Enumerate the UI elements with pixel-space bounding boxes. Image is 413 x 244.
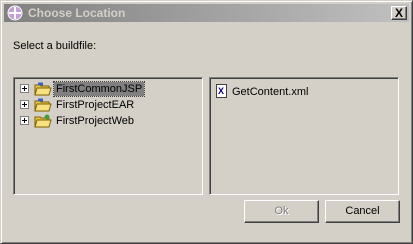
project-folder-icon xyxy=(34,114,52,128)
window-title: Choose Location xyxy=(28,6,126,20)
select-buildfile-label: Select a buildfile: xyxy=(13,40,97,52)
file-list[interactable]: X GetContent.xml xyxy=(209,77,399,195)
project-folder-icon xyxy=(34,98,52,112)
tree-item-firstprojectweb[interactable]: FirstProjectWeb xyxy=(18,113,198,129)
tree-item-label: FirstProjectWeb xyxy=(56,115,135,127)
expand-icon[interactable] xyxy=(20,100,29,109)
list-item-getcontent-xml[interactable]: X GetContent.xml xyxy=(216,84,392,100)
ok-button[interactable]: Ok xyxy=(244,200,319,223)
close-button[interactable]: X xyxy=(391,6,407,20)
cancel-button[interactable]: Cancel xyxy=(325,200,400,223)
eclipse-icon xyxy=(7,5,23,21)
tree-item-firstcommonjsp[interactable]: FirstCommonJSP xyxy=(18,81,198,97)
choose-location-dialog: Choose Location X Select a buildfile: Fi… xyxy=(0,0,413,244)
expand-icon[interactable] xyxy=(20,84,29,93)
tree-item-label: FirstProjectEAR xyxy=(56,99,135,111)
title-bar[interactable]: Choose Location X xyxy=(4,4,409,22)
project-folder-icon xyxy=(34,82,52,96)
tree-item-firstprojectear[interactable]: FirstProjectEAR xyxy=(18,97,198,113)
file-label: GetContent.xml xyxy=(232,86,309,98)
expand-icon[interactable] xyxy=(20,116,29,125)
close-icon: X xyxy=(395,6,404,20)
project-tree[interactable]: FirstCommonJSP FirstProjectEAR FirstProj… xyxy=(13,77,203,195)
xml-file-icon: X xyxy=(216,84,227,98)
tree-item-label: FirstCommonJSP xyxy=(52,81,146,97)
